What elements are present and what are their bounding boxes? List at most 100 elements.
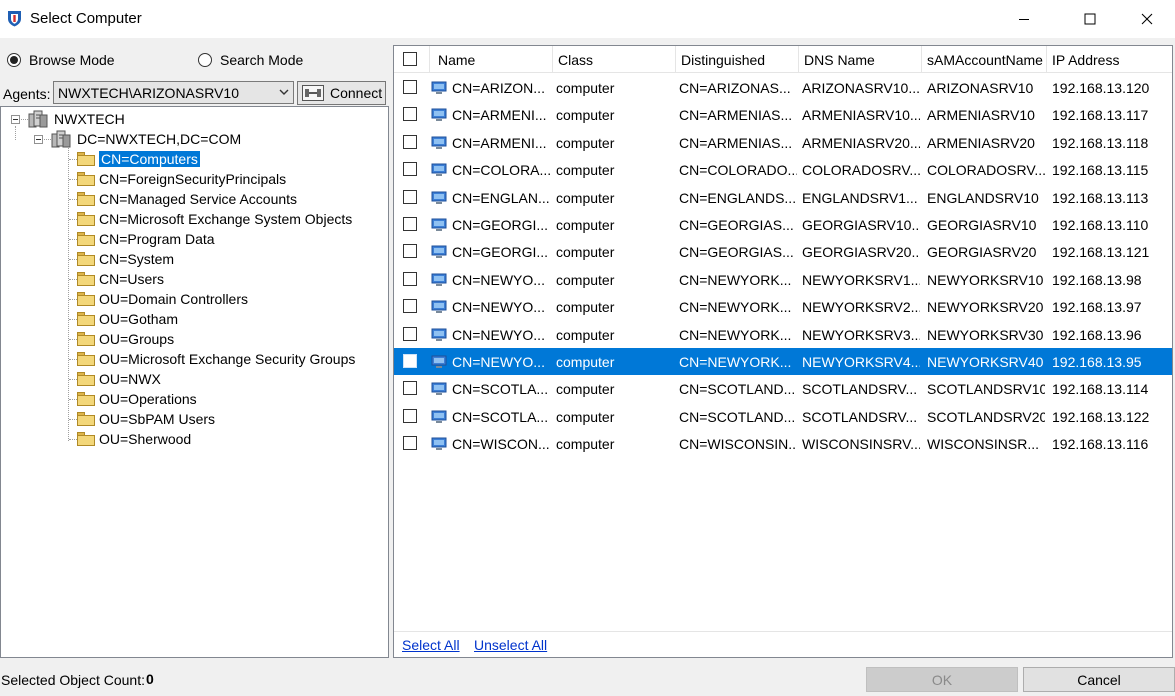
- container-tree[interactable]: NWXTECH DC=NWXTECH,DC=COM CN=Computers CN…: [0, 106, 389, 658]
- connect-icon: [302, 85, 324, 101]
- maximize-button[interactable]: [1067, 0, 1113, 38]
- row-checkbox[interactable]: [403, 189, 417, 204]
- select-all-checkbox-cell[interactable]: [394, 46, 430, 72]
- tree-node-folder[interactable]: CN=ForeignSecurityPrincipals: [77, 169, 286, 189]
- close-button[interactable]: [1124, 0, 1170, 38]
- row-checkbox[interactable]: [403, 244, 417, 259]
- column-header-class[interactable]: Class: [553, 46, 676, 72]
- ok-button[interactable]: OK: [866, 667, 1018, 692]
- row-checkbox[interactable]: [403, 299, 417, 314]
- column-header-samaccountname[interactable]: sAMAccountName: [922, 46, 1047, 72]
- minimize-button[interactable]: [1001, 0, 1047, 38]
- computer-icon: [431, 355, 447, 368]
- tree-node-label: OU=SbPAM Users: [99, 411, 216, 427]
- tree-node-folder[interactable]: CN=Computers: [77, 149, 200, 169]
- search-mode-radio[interactable]: Search Mode: [198, 50, 303, 70]
- folder-icon: [77, 372, 95, 386]
- computer-icon: [431, 136, 447, 149]
- tree-node-folder[interactable]: OU=Microsoft Exchange Security Groups: [77, 349, 355, 369]
- table-row[interactable]: CN=NEWYO... computer CN=NEWYORK... NEWYORKS…: [394, 293, 1172, 320]
- tree-domain-label: DC=NWXTECH,DC=COM: [77, 131, 242, 147]
- computer-grid[interactable]: Name Class Distinguished DNS Name sAMAcc…: [393, 45, 1173, 658]
- tree-node-domain[interactable]: DC=NWXTECH,DC=COM: [51, 129, 241, 149]
- tree-node-folder[interactable]: CN=Managed Service Accounts: [77, 189, 297, 209]
- table-cell: ENGLANDSRV10: [927, 189, 1039, 206]
- radio-circle: [198, 53, 212, 67]
- folder-icon: [77, 152, 95, 166]
- table-cell: CN=COLORA...: [452, 162, 550, 179]
- table-row[interactable]: CN=NEWYO... computer CN=NEWYORK... NEWYORKS…: [394, 321, 1172, 348]
- tree-node-folder[interactable]: OU=Operations: [77, 389, 197, 409]
- maximize-icon: [1084, 13, 1096, 25]
- table-row[interactable]: CN=SCOTLA... computer CN=SCOTLAND... SCOTLA…: [394, 403, 1172, 430]
- table-cell: CN=ARMENI...: [452, 134, 547, 151]
- shield-icon: [8, 11, 21, 27]
- table-cell: 192.168.13.117: [1052, 107, 1149, 124]
- row-checkbox[interactable]: [403, 381, 417, 396]
- column-header-distinguished[interactable]: Distinguished: [676, 46, 799, 72]
- column-header-name[interactable]: Name: [430, 46, 553, 72]
- table-row[interactable]: CN=ARIZON... computer CN=ARIZONAS... ARIZON…: [394, 74, 1172, 101]
- tree-node-folder[interactable]: CN=System: [77, 249, 174, 269]
- collapse-domain-toggle[interactable]: [34, 135, 43, 144]
- header-checkbox[interactable]: [403, 52, 417, 66]
- tree-node-folder[interactable]: CN=Users: [77, 269, 164, 289]
- connect-button[interactable]: Connect: [297, 81, 386, 105]
- grid-header: Name Class Distinguished DNS Name sAMAcc…: [394, 46, 1172, 73]
- table-row[interactable]: CN=COLORA... computer CN=COLORADO... COLORA…: [394, 156, 1172, 183]
- row-checkbox[interactable]: [403, 134, 417, 149]
- folder-icon: [77, 312, 95, 326]
- table-row[interactable]: CN=WISCON... computer CN=WISCONSIN... WISCO…: [394, 430, 1172, 457]
- table-row[interactable]: CN=SCOTLA... computer CN=SCOTLAND... SCOTLA…: [394, 375, 1172, 402]
- row-checkbox[interactable]: [403, 80, 417, 94]
- table-cell: CN=ARMENI...: [452, 107, 547, 124]
- tree-node-label: OU=Gotham: [99, 311, 178, 327]
- table-row[interactable]: CN=ENGLAN... computer CN=ENGLANDS... ENGLAN…: [394, 184, 1172, 211]
- table-cell: 192.168.13.97: [1052, 299, 1142, 316]
- row-checkbox[interactable]: [403, 354, 417, 368]
- tree-node-folder[interactable]: CN=Program Data: [77, 229, 215, 249]
- tree-node-folder[interactable]: OU=Domain Controllers: [77, 289, 248, 309]
- row-checkbox[interactable]: [403, 271, 417, 286]
- table-cell: CN=NEWYO...: [452, 299, 545, 316]
- row-checkbox[interactable]: [403, 107, 417, 122]
- browse-mode-radio[interactable]: Browse Mode: [7, 50, 115, 70]
- row-checkbox[interactable]: [403, 436, 417, 451]
- agents-dropdown[interactable]: NWXTECH\ARIZONASRV10: [53, 81, 294, 104]
- row-checkbox[interactable]: [403, 217, 417, 231]
- table-cell: 192.168.13.121: [1052, 244, 1150, 261]
- computer-icon: [431, 273, 447, 286]
- table-cell: CN=GEORGI...: [452, 217, 549, 233]
- folder-icon: [77, 332, 95, 346]
- table-row[interactable]: CN=ARMENI... computer CN=ARMENIAS... ARMENI…: [394, 129, 1172, 156]
- table-cell: SCOTLANDSRV...: [802, 381, 918, 398]
- tree-node-folder[interactable]: OU=NWX: [77, 369, 161, 389]
- unselect-all-link[interactable]: Unselect All: [474, 637, 547, 653]
- tree-root-label: NWXTECH: [54, 111, 125, 127]
- tree-node-folder[interactable]: OU=SbPAM Users: [77, 409, 215, 429]
- table-row[interactable]: CN=ARMENI... computer CN=ARMENIAS... ARMENI…: [394, 101, 1172, 128]
- folder-icon: [77, 172, 95, 186]
- table-row[interactable]: CN=NEWYO... computer CN=NEWYORK... NEWYORKS…: [394, 348, 1172, 375]
- tree-node-label: CN=Microsoft Exchange System Objects: [99, 211, 353, 227]
- table-row[interactable]: CN=GEORGI... computer CN=GEORGIAS... GEORGI…: [394, 211, 1172, 238]
- tree-node-folder[interactable]: OU=Groups: [77, 329, 174, 349]
- table-cell: computer: [556, 436, 615, 453]
- row-checkbox[interactable]: [403, 326, 417, 341]
- column-header-dns-name[interactable]: DNS Name: [799, 46, 922, 72]
- row-checkbox[interactable]: [403, 408, 417, 423]
- tree-node-folder[interactable]: OU=Sherwood: [77, 429, 191, 449]
- column-header-ip-address[interactable]: IP Address: [1047, 46, 1172, 72]
- tree-node-label: OU=NWX: [99, 371, 161, 387]
- select-all-link[interactable]: Select All: [402, 637, 460, 653]
- server-icon: [28, 110, 48, 128]
- table-cell: ARIZONASRV10: [927, 80, 1034, 96]
- cancel-button[interactable]: Cancel: [1023, 667, 1175, 692]
- table-row[interactable]: CN=GEORGI... computer CN=GEORGIAS... GEORGI…: [394, 238, 1172, 265]
- tree-node-folder[interactable]: CN=Microsoft Exchange System Objects: [77, 209, 352, 229]
- row-checkbox[interactable]: [403, 162, 417, 177]
- tree-node-root[interactable]: NWXTECH: [28, 109, 125, 129]
- collapse-root-toggle[interactable]: [11, 115, 20, 124]
- tree-node-folder[interactable]: OU=Gotham: [77, 309, 178, 329]
- table-row[interactable]: CN=NEWYO... computer CN=NEWYORK... NEWYORKS…: [394, 266, 1172, 293]
